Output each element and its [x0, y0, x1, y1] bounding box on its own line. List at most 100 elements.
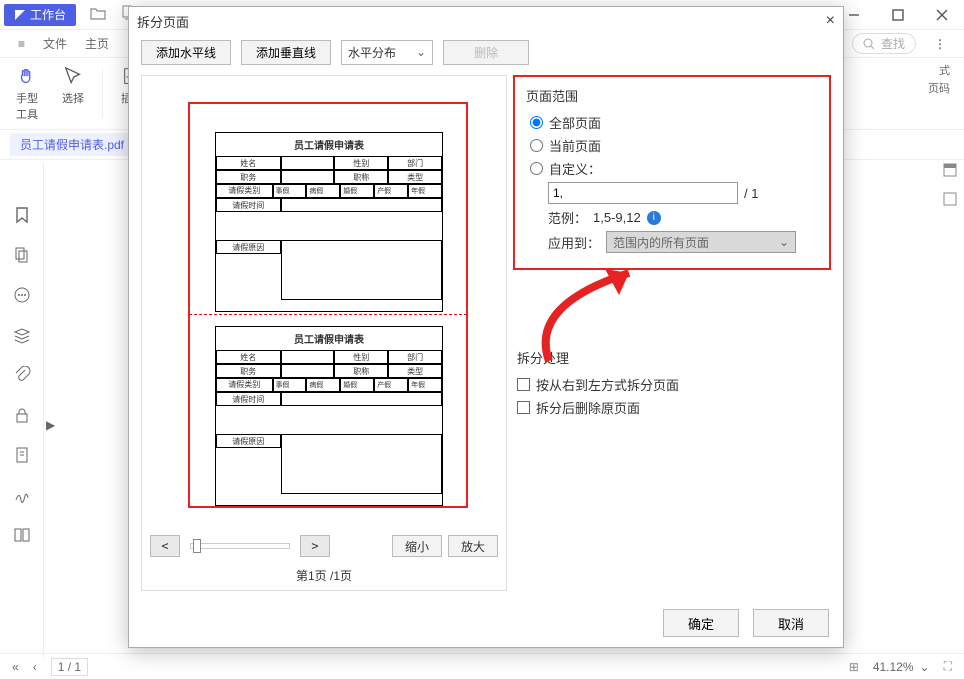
expand-caret-icon[interactable]: ▶ [46, 418, 55, 432]
dialog-footer: 确定 取消 [663, 609, 829, 637]
apply-row: 应用到： 范围内的所有页面 [548, 231, 818, 253]
menu-file[interactable]: 文件 [43, 35, 67, 52]
app-logo-icon [14, 9, 26, 21]
folder-icon[interactable] [90, 5, 106, 24]
search-placeholder: 查找 [881, 35, 905, 52]
prev-page-button[interactable]: < [150, 535, 180, 557]
select-tool[interactable]: 选择 [52, 62, 94, 106]
zoom-dropdown-icon[interactable]: ⌄ [920, 660, 930, 674]
options-panel: 页面范围 全部页面 当前页面 自定义： / 1 范 [513, 75, 831, 591]
dialog-close-icon[interactable]: × [826, 12, 835, 30]
th-c5: 年假 [408, 184, 442, 198]
slider-knob[interactable] [193, 539, 201, 553]
preview-area: 员工请假申请表 姓名性别部门 职务职称类型 请假类别 事假病假婚假产假年假 请假… [141, 75, 507, 591]
th2-c3: 婚假 [340, 378, 374, 392]
split-page-dialog: 拆分页面 × 添加水平线 添加垂直线 水平分布 删除 员工请假申请表 姓名性别部… [128, 6, 844, 648]
split-processing-title: 拆分处理 [517, 348, 819, 367]
split-line[interactable] [189, 314, 467, 315]
thumb-title: 员工请假申请表 [216, 133, 442, 156]
radio-current-input[interactable] [530, 139, 543, 152]
right-rail [942, 162, 958, 210]
ok-button[interactable]: 确定 [663, 609, 739, 637]
close-button[interactable] [920, 0, 964, 30]
th2-reason: 请假原因 [216, 434, 281, 448]
pages-icon[interactable] [13, 246, 31, 264]
checkbox-del-box[interactable] [517, 401, 530, 414]
document-tab[interactable]: 员工请假申请表.pdf [10, 133, 134, 156]
zoom-out-button[interactable]: 缩小 [392, 535, 442, 557]
add-vline-button[interactable]: 添加垂直线 [241, 40, 331, 65]
th-c3: 婚假 [340, 184, 374, 198]
hand-tool-label: 手型 工具 [16, 90, 38, 122]
dialog-toolbar: 添加水平线 添加垂直线 水平分布 删除 [129, 35, 843, 69]
radio-all-input[interactable] [530, 116, 543, 129]
distribute-select[interactable]: 水平分布 [341, 40, 433, 65]
th2-dept: 部门 [388, 350, 442, 364]
thumb-title-2: 员工请假申请表 [216, 327, 442, 350]
apply-to-select[interactable]: 范围内的所有页面 [606, 231, 796, 253]
first-page-icon[interactable]: « [12, 660, 19, 674]
checkbox-rtl[interactable]: 按从右到左方式拆分页面 [517, 375, 819, 394]
th2-c5: 年假 [408, 378, 442, 392]
radio-custom-range[interactable]: 自定义： [530, 159, 818, 178]
lock-icon[interactable] [13, 406, 31, 424]
panel-icon-1[interactable] [942, 162, 958, 181]
dialog-title: 拆分页面 [137, 12, 189, 31]
th-c2: 病假 [306, 184, 340, 198]
sign-icon[interactable] [13, 486, 31, 504]
th-dept: 部门 [388, 156, 442, 170]
zoom-value: 41.12% [873, 660, 914, 674]
zoom-in-button[interactable]: 放大 [448, 535, 498, 557]
delete-button[interactable]: 删除 [443, 40, 529, 65]
checkbox-delete-original[interactable]: 拆分后删除原页面 [517, 398, 819, 417]
checkbox-rtl-box[interactable] [517, 378, 530, 391]
th-reason: 请假原因 [216, 240, 281, 254]
th-type: 类型 [388, 170, 442, 184]
comment-icon[interactable] [13, 286, 31, 304]
th-c1: 事假 [273, 184, 307, 198]
prev-page-icon[interactable]: ‹ [33, 660, 37, 674]
status-icon-a[interactable]: ⊞ [849, 660, 859, 674]
page-thumb-bottom: 员工请假申请表 姓名性别部门 职务职称类型 请假类别 事假病假婚假产假年假 请假… [215, 326, 443, 506]
bookmark-icon[interactable] [13, 206, 31, 224]
th2-title: 职称 [334, 364, 388, 378]
cancel-button[interactable]: 取消 [753, 609, 829, 637]
add-hline-button[interactable]: 添加水平线 [141, 40, 231, 65]
th-title: 职称 [334, 170, 388, 184]
layers-icon[interactable] [13, 326, 31, 344]
example-label: 范例： [548, 208, 587, 227]
radio-all-pages[interactable]: 全部页面 [530, 113, 818, 132]
custom-range-input[interactable] [548, 182, 738, 204]
search-box[interactable]: 查找 [852, 33, 916, 54]
page-field[interactable]: 1 / 1 [51, 658, 88, 676]
attach-icon[interactable] [13, 366, 31, 384]
th-sex: 性别 [334, 156, 388, 170]
panel-icon-2[interactable] [942, 191, 958, 210]
preview-panel: 员工请假申请表 姓名性别部门 职务职称类型 请假类别 事假病假婚假产假年假 请假… [141, 75, 507, 591]
compare-icon[interactable] [13, 526, 31, 544]
window-controls [832, 0, 964, 30]
app-badge[interactable]: 工作台 [4, 4, 76, 26]
preview-controls: < > 缩小 放大 [142, 531, 506, 561]
maximize-button[interactable] [876, 0, 920, 30]
fullscreen-icon[interactable]: ⛶ [944, 659, 952, 674]
select-tool-label: 选择 [62, 90, 84, 106]
th2-type: 类型 [388, 364, 442, 378]
next-page-button[interactable]: > [300, 535, 330, 557]
menu-home[interactable]: 主页 [85, 35, 109, 52]
hamburger-icon[interactable]: ≡ [18, 37, 25, 51]
more-icon[interactable]: ⋮ [934, 37, 946, 51]
statusbar: « ‹ 1 / 1 ⊞ 41.12% ⌄ ⛶ [0, 653, 964, 679]
hand-tool[interactable]: 手型 工具 [6, 62, 48, 122]
th2-name: 姓名 [216, 350, 281, 364]
range-total: / 1 [744, 186, 758, 201]
page-slider[interactable] [190, 543, 290, 549]
info-icon[interactable]: i [647, 211, 661, 225]
distribute-select-label: 水平分布 [348, 44, 396, 61]
apply-to-value: 范围内的所有页面 [613, 234, 709, 251]
radio-current-page[interactable]: 当前页面 [530, 136, 818, 155]
radio-custom-input[interactable] [530, 162, 543, 175]
app-badge-text: 工作台 [30, 6, 66, 23]
export-icon[interactable] [13, 446, 31, 464]
th2-c2: 病假 [306, 378, 340, 392]
